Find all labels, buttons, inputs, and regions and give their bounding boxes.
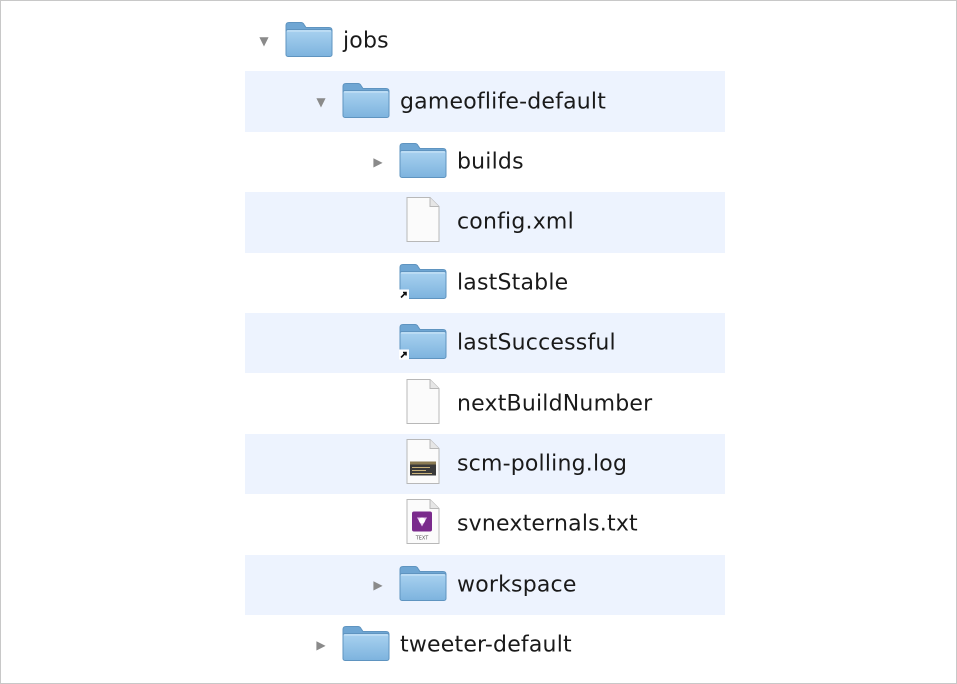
folder-icon: [398, 561, 448, 608]
tree-row-svnexternals-txt[interactable]: TEXT svnexternals.txt: [1, 494, 957, 554]
item-label: gameoflife-default: [400, 89, 607, 115]
tree-row-nextbuildnumber[interactable]: nextBuildNumber: [1, 373, 957, 433]
folder-alias-icon: [398, 320, 448, 367]
tree-row-config-xml[interactable]: config.xml: [1, 192, 957, 253]
tree-row-laststable[interactable]: lastStable: [1, 253, 957, 313]
svg-text:TEXT: TEXT: [415, 536, 430, 542]
item-label: jobs: [343, 28, 389, 54]
folder-icon: [284, 18, 334, 65]
disclosure-collapsed-icon[interactable]: ▶: [314, 638, 328, 652]
item-label: builds: [457, 149, 524, 175]
disclosure-expanded-icon[interactable]: ▼: [314, 95, 328, 109]
item-label: svnexternals.txt: [457, 511, 638, 537]
tree-row-builds[interactable]: ▶ builds: [1, 132, 957, 192]
tree-row-workspace[interactable]: ▶ workspace: [1, 554, 957, 616]
tree-row-lastsuccessful[interactable]: lastSuccessful: [1, 312, 957, 374]
item-label: tweeter-default: [400, 632, 572, 658]
folder-icon: [341, 622, 391, 669]
folder-icon: [398, 138, 448, 185]
tree-row-tweeter-default[interactable]: ▶ tweeter-default: [1, 615, 957, 675]
item-label: nextBuildNumber: [457, 391, 653, 417]
disclosure-collapsed-icon[interactable]: ▶: [371, 578, 385, 592]
item-label: scm-polling.log: [457, 451, 628, 477]
item-label: lastSuccessful: [457, 330, 616, 356]
folder-icon: [341, 78, 391, 125]
text-file-icon: TEXT: [404, 498, 442, 551]
disclosure-collapsed-icon[interactable]: ▶: [371, 155, 385, 169]
item-label: lastStable: [457, 270, 569, 296]
document-icon: [404, 377, 442, 430]
document-icon: [404, 196, 442, 249]
tree-row-gameoflife-default[interactable]: ▼ gameoflife-default: [1, 71, 957, 133]
item-label: workspace: [457, 572, 577, 598]
tree-row-scm-polling-log[interactable]: scm-polling.log: [1, 433, 957, 495]
tree-row-jobs[interactable]: ▼ jobs: [1, 11, 957, 71]
folder-alias-icon: [398, 259, 448, 306]
disclosure-expanded-icon[interactable]: ▼: [257, 34, 271, 48]
finder-window: ▼ jobs ▼ gameoflife-default ▶ builds con…: [0, 0, 957, 684]
log-file-icon: [404, 437, 442, 490]
file-tree: ▼ jobs ▼ gameoflife-default ▶ builds con…: [1, 11, 957, 675]
item-label: config.xml: [457, 209, 574, 235]
